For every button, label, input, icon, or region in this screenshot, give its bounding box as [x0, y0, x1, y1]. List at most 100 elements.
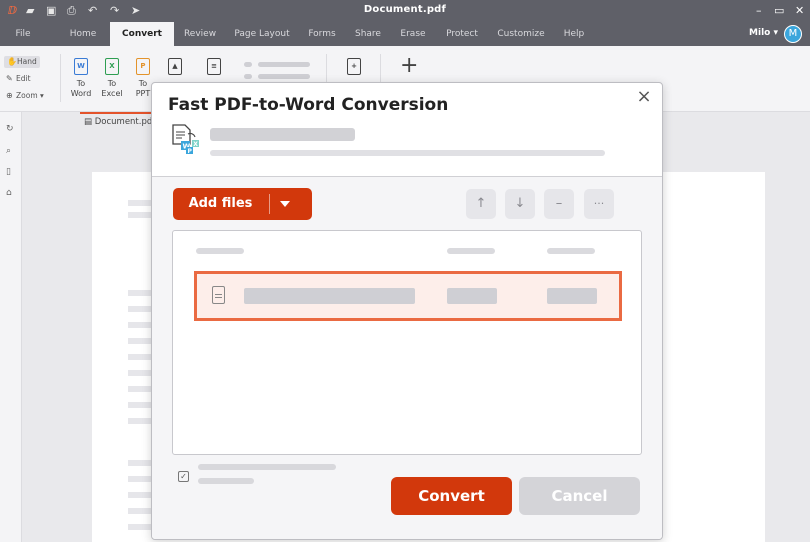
- page-text-line: [128, 386, 152, 392]
- dialog-title: Fast PDF-to-Word Conversion: [168, 95, 449, 115]
- page-text-line: [128, 418, 152, 424]
- row-name-placeholder: [244, 288, 415, 304]
- page-text-line: [128, 200, 152, 206]
- page-text-line: [128, 524, 152, 530]
- more-options-button[interactable]: ···: [584, 189, 614, 219]
- move-down-button[interactable]: ↓: [505, 189, 535, 219]
- menu-home[interactable]: Home: [62, 22, 104, 46]
- excel-file-icon: X: [105, 58, 119, 75]
- option-sublabel-placeholder: [198, 478, 254, 484]
- edit-icon: ✎: [6, 74, 13, 83]
- ribbon-divider: [60, 54, 61, 102]
- page-text-line: [128, 306, 152, 312]
- conversion-dialog: Fast PDF-to-Word Conversion × W P X Add …: [151, 82, 663, 540]
- page-text-line: [128, 370, 152, 376]
- rotate-icon[interactable]: ↻: [6, 124, 14, 134]
- page-text-line: [128, 476, 152, 482]
- edit-tool-label: Edit: [16, 74, 31, 83]
- option-checkbox[interactable]: ✓: [178, 471, 189, 482]
- menu-erase[interactable]: Erase: [396, 22, 430, 46]
- to-word-line2: Word: [70, 89, 92, 98]
- document-tab-label: Document.pdf: [94, 117, 156, 127]
- to-excel-button[interactable]: X To Excel: [97, 58, 127, 99]
- document-tab[interactable]: ▤ Document.pdf: [80, 114, 155, 130]
- menu-bar: File Home Convert Review Page Layout For…: [0, 22, 810, 46]
- user-menu[interactable]: Milo ▾: [749, 28, 778, 38]
- window-title: Document.pdf: [363, 4, 447, 15]
- to-text-button[interactable]: ≡: [199, 58, 229, 79]
- left-sidebar: ↻ ⌕ ▯ ⌂: [0, 112, 22, 542]
- cancel-button[interactable]: Cancel: [519, 477, 640, 515]
- menu-file[interactable]: File: [4, 22, 42, 46]
- to-image-button[interactable]: ▲: [160, 58, 190, 79]
- menu-forms[interactable]: Forms: [304, 22, 340, 46]
- document-icon: [212, 286, 225, 304]
- menu-review[interactable]: Review: [180, 22, 220, 46]
- page-text-line: [128, 460, 152, 466]
- ribbon-option-placeholder[interactable]: [258, 74, 310, 79]
- zoom-tool-label: Zoom ▾: [16, 91, 44, 100]
- lock-icon[interactable]: ⌂: [6, 188, 12, 198]
- word-file-icon: W: [74, 58, 88, 75]
- menu-share[interactable]: Share: [352, 22, 384, 46]
- row-size-placeholder: [447, 288, 497, 304]
- convert-button[interactable]: Convert: [391, 477, 512, 515]
- hand-tool-label: Hand: [17, 57, 37, 66]
- page-text-line: [128, 508, 152, 514]
- column-header-pages[interactable]: [547, 248, 595, 254]
- remove-file-button[interactable]: –: [544, 189, 574, 219]
- file-name-placeholder: [210, 128, 355, 141]
- menu-customize[interactable]: Customize: [494, 22, 548, 46]
- page-text-line: [128, 338, 152, 344]
- document-icon: ▤: [84, 117, 93, 127]
- zoom-tool[interactable]: ⊕ Zoom ▾: [6, 90, 44, 102]
- maximize-button[interactable]: ▭: [774, 3, 784, 19]
- zoom-icon: ⊕: [6, 91, 13, 100]
- page-text-line: [128, 402, 152, 408]
- page-text-line: [128, 290, 152, 296]
- file-list[interactable]: [172, 230, 642, 455]
- add-files-split-divider: [269, 194, 270, 214]
- svg-text:X: X: [193, 141, 198, 148]
- menu-help[interactable]: Help: [560, 22, 588, 46]
- edit-tool[interactable]: ✎ Edit: [6, 73, 31, 85]
- svg-text:P: P: [188, 148, 193, 155]
- row-pages-placeholder: [547, 288, 597, 304]
- file-info-placeholder: [210, 150, 605, 156]
- page-text-line: [128, 212, 152, 218]
- add-files-label: Add files: [188, 196, 253, 211]
- ppt-file-icon: P: [136, 58, 150, 75]
- search-icon[interactable]: ⌕: [6, 146, 11, 156]
- minimize-button[interactable]: –: [756, 3, 762, 19]
- option-label-placeholder: [198, 464, 336, 470]
- page-text-line: [128, 492, 152, 498]
- table-row[interactable]: [194, 271, 622, 321]
- menu-convert[interactable]: Convert: [110, 22, 174, 46]
- chevron-down-icon[interactable]: [280, 201, 290, 207]
- close-dialog-button[interactable]: ×: [634, 87, 654, 107]
- text-file-icon: ≡: [207, 58, 221, 75]
- column-header-size[interactable]: [447, 248, 495, 254]
- close-window-button[interactable]: ✕: [795, 3, 804, 19]
- create-pdf-button[interactable]: +: [339, 58, 369, 79]
- menu-protect[interactable]: Protect: [442, 22, 482, 46]
- ribbon-option-bullet: [244, 62, 252, 67]
- menu-page-layout[interactable]: Page Layout: [232, 22, 292, 46]
- avatar[interactable]: M: [784, 25, 802, 43]
- to-excel-line1: To: [107, 79, 117, 88]
- plus-icon[interactable]: +: [400, 54, 418, 78]
- ribbon-option-bullet: [244, 74, 252, 79]
- bookmark-icon[interactable]: ▯: [6, 167, 11, 177]
- hand-icon: ✋: [7, 57, 17, 66]
- move-up-button[interactable]: ↑: [466, 189, 496, 219]
- to-word-button[interactable]: W To Word: [66, 58, 96, 99]
- ribbon-option-placeholder[interactable]: [258, 62, 310, 67]
- to-word-line1: To: [76, 79, 86, 88]
- hand-tool[interactable]: ✋Hand: [4, 56, 40, 68]
- pdf-to-word-icon: W P X: [172, 124, 199, 155]
- title-bar: ⅅ ▰ ▣ ⎙ ↶ ↷ ➤ Document.pdf – ▭ ✕: [0, 0, 810, 22]
- column-header-name[interactable]: [196, 248, 244, 254]
- add-files-button[interactable]: Add files: [173, 188, 312, 220]
- add-file-icon: +: [347, 58, 361, 75]
- to-excel-line2: Excel: [101, 89, 123, 98]
